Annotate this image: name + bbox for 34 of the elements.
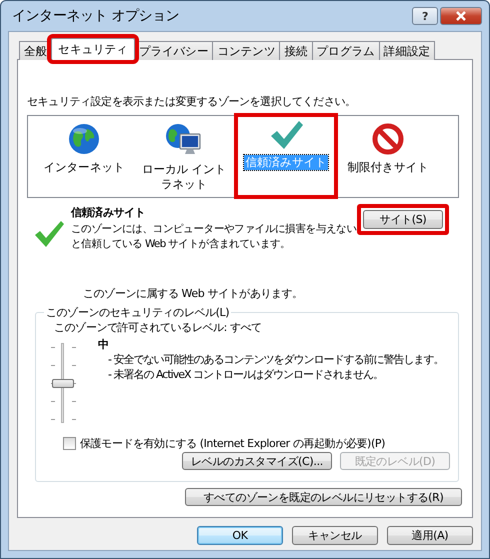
tab[interactable]: 詳細設定 — [378, 41, 436, 60]
tab[interactable]: コンテンツ — [212, 41, 280, 60]
zone-note: このゾーンに属する Web サイトがあります。 — [83, 286, 304, 301]
cancel-button[interactable]: キャンセル — [292, 526, 378, 545]
zone-description: このゾーンには、コンピューターやファイルに損害を与えない — [71, 222, 355, 237]
close-icon — [455, 11, 467, 21]
tab[interactable]: プログラム — [312, 41, 380, 60]
level-slider[interactable] — [48, 341, 78, 425]
checkbox-label[interactable]: 保護モードを有効にする (Internet Explorer の再起動が必要)(P) — [80, 436, 385, 451]
window-title: インターネット オプション — [12, 7, 180, 25]
close-button[interactable] — [440, 7, 482, 25]
ok-button[interactable]: OK — [197, 526, 283, 545]
zone-title: 信頼済みサイト — [71, 205, 146, 221]
apply-button[interactable]: 適用(A) — [387, 526, 473, 545]
tab[interactable]: 接続 — [279, 41, 313, 60]
instruction-text: セキュリティ設定を表示または変更するゾーンを選択してください。 — [27, 94, 357, 109]
slider-thumb[interactable] — [52, 379, 74, 388]
custom-level-button[interactable]: レベルのカスタマイズ(C)... — [182, 452, 332, 470]
zone-item[interactable]: 制限付きサイト — [341, 160, 435, 175]
help-button[interactable]: ? — [412, 7, 438, 25]
level-detail: - 未署名の ActiveX コントロールはダウンロードされません。 — [108, 367, 384, 382]
group-legend: このゾーンのセキュリティのレベル(L) — [44, 305, 232, 320]
level-detail: - 安全でない可能性のあるコンテンツをダウンロードする前に警告します。 — [108, 352, 444, 367]
reset-button[interactable]: すべてのゾーンを既定のレベルにリセットする(R) — [185, 488, 462, 506]
zone-description: と信頼している Web サイトが含まれています。 — [71, 237, 292, 252]
checkbox[interactable] — [63, 437, 76, 450]
check-icon — [33, 219, 65, 249]
sites-button[interactable]: サイト(S) — [363, 210, 443, 229]
level-name: 中 — [98, 337, 110, 352]
globe-icon — [67, 122, 101, 156]
no-entry-icon — [371, 122, 405, 156]
allowed-level-text: このゾーンで許可されているレベル: すべて — [54, 320, 263, 335]
zone-item[interactable]: ローカル イントラネット — [137, 162, 231, 192]
zone-item[interactable]: インターネット — [37, 160, 131, 175]
